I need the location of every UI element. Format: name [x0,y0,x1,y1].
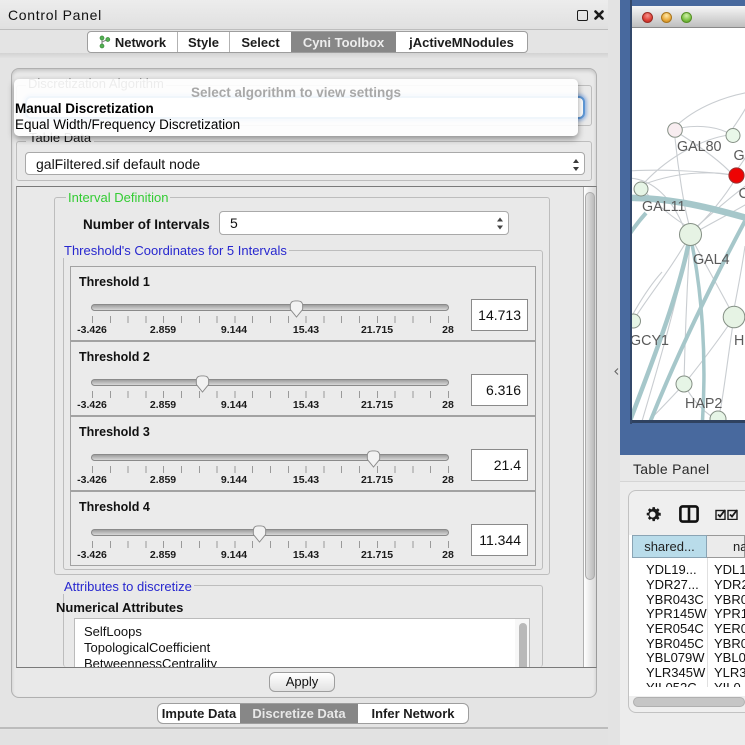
svg-text:GAL11: GAL11 [642,199,685,215]
svg-text:G.: G. [734,148,745,164]
svg-text:GAL4: GAL4 [693,252,730,268]
svg-text:C: C [739,186,745,202]
svg-text:GCY1: GCY1 [632,333,669,349]
svg-text:GAL80: GAL80 [677,139,722,155]
svg-text:HI: HI [734,333,745,349]
svg-text:HAP2: HAP2 [685,396,722,412]
